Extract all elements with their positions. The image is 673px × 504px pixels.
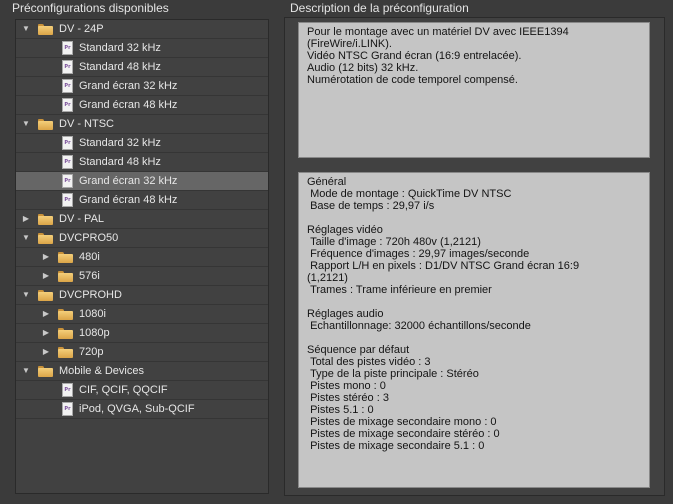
folder-icon [58, 328, 73, 339]
tree-folder-label: DVCPROHD [59, 289, 122, 301]
tree-preset-label: Standard 32 kHz [79, 137, 161, 149]
folder-icon [58, 271, 73, 282]
disclosure-expanded-icon[interactable]: ▼ [20, 362, 32, 380]
tree-preset-label: Standard 48 kHz [79, 156, 161, 168]
tree-folder-row[interactable]: ▼ Mobile & Devices [16, 362, 268, 381]
folder-icon [58, 309, 73, 320]
preset-file-icon: Pr [62, 155, 73, 169]
tree-preset-row[interactable]: Pr Standard 48 kHz [16, 58, 268, 77]
tree-preset-row[interactable]: Pr iPod, QVGA, Sub-QCIF [16, 400, 268, 419]
tree-preset-label: Standard 32 kHz [79, 42, 161, 54]
tree-preset-row[interactable]: Pr Standard 32 kHz [16, 134, 268, 153]
preset-details-box: Général Mode de montage : QuickTime DV N… [298, 172, 650, 488]
tree-preset-row[interactable]: Pr CIF, QCIF, QQCIF [16, 381, 268, 400]
tree-folder-label: 720p [79, 346, 104, 358]
tree-preset-label: Grand écran 32 kHz [79, 80, 178, 92]
preset-description-text: Pour le montage avec un matériel DV avec… [307, 26, 569, 86]
tree-preset-label: Grand écran 48 kHz [79, 194, 178, 206]
folder-icon [38, 214, 53, 225]
tree-folder-label: DV - NTSC [59, 118, 114, 130]
preset-file-icon: Pr [62, 60, 73, 74]
disclosure-collapsed-icon[interactable]: ▶ [20, 210, 32, 228]
preset-file-icon: Pr [62, 79, 73, 93]
tree-folder-label: DV - PAL [59, 213, 105, 225]
tree-preset-label: Standard 48 kHz [79, 61, 161, 73]
tree-folder-label: 480i [79, 251, 100, 263]
tree-preset-row[interactable]: Pr Standard 48 kHz [16, 153, 268, 172]
preset-file-icon: Pr [62, 136, 73, 150]
preset-description-box: Pour le montage avec un matériel DV avec… [298, 22, 650, 158]
folder-icon [38, 366, 53, 377]
tree-folder-row[interactable]: ▶ 480i [16, 248, 268, 267]
preset-details-text: Général Mode de montage : QuickTime DV N… [307, 176, 580, 452]
tree-preset-label: Grand écran 32 kHz [79, 175, 178, 187]
disclosure-collapsed-icon[interactable]: ▶ [40, 267, 52, 285]
tree-preset-row[interactable]: Pr Grand écran 32 kHz [16, 77, 268, 96]
available-presets-title: Préconfigurations disponibles [12, 1, 169, 15]
tree-folder-label: 1080i [79, 308, 106, 320]
disclosure-expanded-icon[interactable]: ▼ [20, 229, 32, 247]
tree-folder-label: DV - 24P [59, 23, 104, 35]
tree-preset-label: Grand écran 48 kHz [79, 99, 178, 111]
tree-preset-row[interactable]: Pr Grand écran 48 kHz [16, 96, 268, 115]
preset-file-icon: Pr [62, 193, 73, 207]
tree-preset-label: iPod, QVGA, Sub-QCIF [79, 403, 195, 415]
disclosure-collapsed-icon[interactable]: ▶ [40, 343, 52, 361]
preset-description-title: Description de la préconfiguration [290, 1, 469, 15]
tree-folder-row[interactable]: ▶ 1080i [16, 305, 268, 324]
disclosure-expanded-icon[interactable]: ▼ [20, 286, 32, 304]
tree-preset-row[interactable]: Pr Grand écran 48 kHz [16, 191, 268, 210]
tree-folder-row[interactable]: ▼ DVCPRO50 [16, 229, 268, 248]
tree-preset-row[interactable]: Pr Standard 32 kHz [16, 39, 268, 58]
folder-icon [58, 252, 73, 263]
presets-tree: ▼ DV - 24P Pr Standard 32 kHz Pr Standard 48 … [15, 19, 269, 494]
tree-folder-label: 576i [79, 270, 100, 282]
folder-icon [38, 290, 53, 301]
tree-folder-label: DVCPRO50 [59, 232, 119, 244]
preset-file-icon: Pr [62, 402, 73, 416]
disclosure-expanded-icon[interactable]: ▼ [20, 20, 32, 38]
tree-preset-row[interactable]: Pr Grand écran 32 kHz [16, 172, 268, 191]
tree-preset-label: CIF, QCIF, QQCIF [79, 384, 168, 396]
preset-file-icon: Pr [62, 98, 73, 112]
tree-folder-row[interactable]: ▶ 576i [16, 267, 268, 286]
disclosure-collapsed-icon[interactable]: ▶ [40, 305, 52, 323]
folder-icon [38, 233, 53, 244]
folder-icon [38, 24, 53, 35]
folder-icon [58, 347, 73, 358]
tree-folder-row[interactable]: ▼ DVCPROHD [16, 286, 268, 305]
tree-folder-label: 1080p [79, 327, 110, 339]
preset-file-icon: Pr [62, 383, 73, 397]
disclosure-collapsed-icon[interactable]: ▶ [40, 324, 52, 342]
folder-icon [38, 119, 53, 130]
disclosure-collapsed-icon[interactable]: ▶ [40, 248, 52, 266]
tree-folder-label: Mobile & Devices [59, 365, 144, 377]
tree-folder-row[interactable]: ▶ DV - PAL [16, 210, 268, 229]
tree-folder-row[interactable]: ▶ 720p [16, 343, 268, 362]
tree-folder-row[interactable]: ▼ DV - 24P [16, 20, 268, 39]
preset-file-icon: Pr [62, 174, 73, 188]
preset-file-icon: Pr [62, 41, 73, 55]
tree-folder-row[interactable]: ▼ DV - NTSC [16, 115, 268, 134]
tree-folder-row[interactable]: ▶ 1080p [16, 324, 268, 343]
disclosure-expanded-icon[interactable]: ▼ [20, 115, 32, 133]
